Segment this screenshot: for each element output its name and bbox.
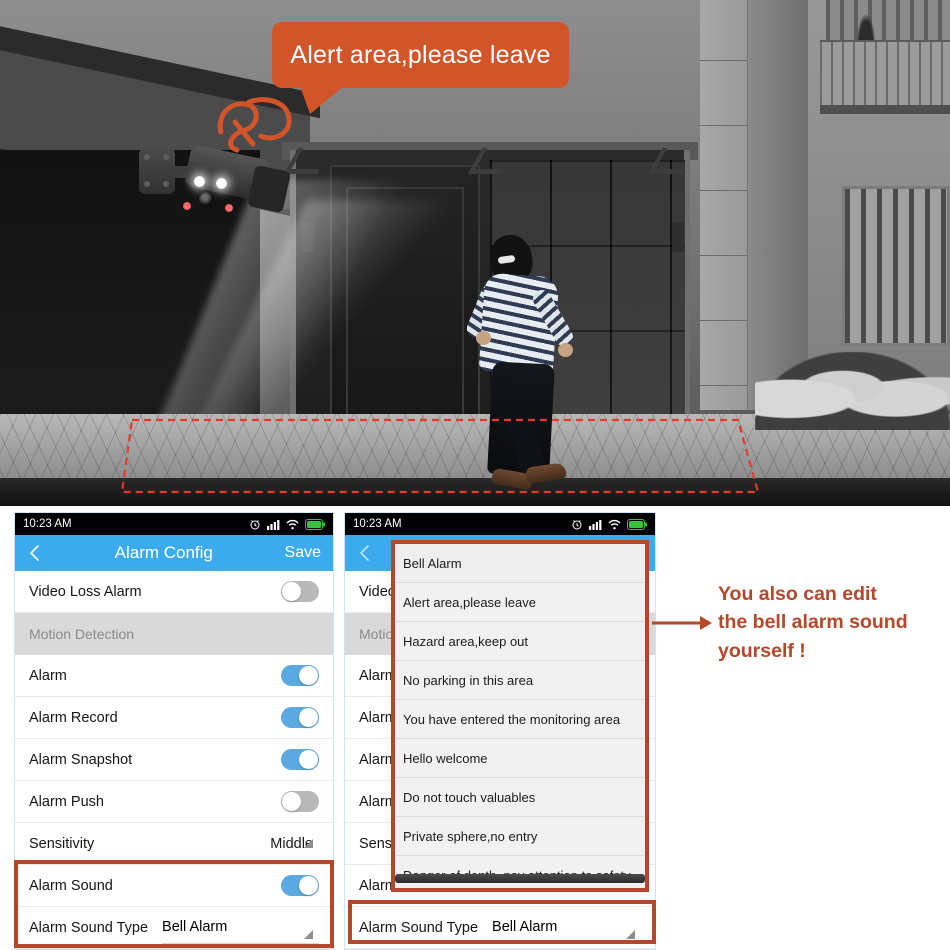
row-label: Alarm Record bbox=[29, 709, 118, 726]
row-label: Alarm Push bbox=[29, 793, 104, 810]
dropdown-corner-icon bbox=[626, 929, 635, 939]
annotation-line-1: You also can edit bbox=[718, 583, 877, 605]
annotation-line-3: yourself ! bbox=[718, 639, 806, 662]
back-chevron-icon[interactable] bbox=[357, 544, 373, 562]
row-alarm-record[interactable]: Alarm Record bbox=[15, 697, 333, 739]
speech-bubble-tail bbox=[300, 86, 344, 114]
speech-bubble: Alert area,please leave bbox=[272, 22, 569, 88]
alarm-sound-type-value: Bell Alarm bbox=[162, 919, 228, 935]
row-alarm[interactable]: Alarm bbox=[15, 655, 333, 697]
alarm-clock-icon bbox=[250, 520, 260, 530]
canopy-brackets bbox=[283, 148, 697, 174]
section-header-motion-detection: Motion Detection bbox=[15, 613, 333, 655]
row-label: Alarm Sound Type bbox=[359, 919, 479, 936]
toggle-alarm-push[interactable] bbox=[281, 791, 319, 812]
toggle-alarm-snapshot[interactable] bbox=[281, 749, 319, 770]
row-label: Video Loss Alarm bbox=[29, 583, 142, 600]
dropdown-corner-icon bbox=[304, 838, 313, 848]
row-alarm-sound-type[interactable]: Alarm Sound Type Bell Alarm bbox=[15, 907, 333, 949]
balcony-railing bbox=[820, 40, 950, 112]
sound-wave-doodle-icon bbox=[215, 92, 305, 154]
row-alarm-snapshot[interactable]: Alarm Snapshot bbox=[15, 739, 333, 781]
row-label: Alarm bbox=[29, 667, 67, 684]
nav-bar-left: Alarm Config Save bbox=[15, 535, 333, 571]
page-root: Alert area,please leave 10:23 AM Alarm C… bbox=[0, 0, 950, 950]
wall-lamp-right bbox=[672, 222, 684, 252]
sensitivity-select[interactable]: Middle bbox=[270, 836, 319, 852]
ground-floor-window bbox=[842, 186, 950, 346]
list-item[interactable]: You have entered the monitoring area bbox=[395, 700, 645, 739]
row-alarm-sound-type[interactable]: Alarm Sound Type Bell Alarm bbox=[345, 907, 655, 949]
status-icons-right bbox=[571, 518, 647, 530]
row-alarm-sound[interactable]: Alarm Sound bbox=[15, 865, 333, 907]
annotation-text: You also can edit the bell alarm sound y… bbox=[718, 580, 944, 665]
row-sensitivity[interactable]: Sensitivity Middle bbox=[15, 823, 333, 865]
alarm-sound-type-value: Bell Alarm bbox=[492, 919, 558, 935]
dropdown-scrollbar[interactable] bbox=[395, 874, 645, 883]
signal-bars-icon bbox=[267, 519, 280, 530]
toggle-alarm[interactable] bbox=[281, 665, 319, 686]
alarm-sound-type-select[interactable]: Bell Alarm bbox=[492, 912, 641, 944]
dropdown-corner-icon bbox=[304, 929, 313, 939]
phone-screenshot-left: 10:23 AM Alarm Config Save Video Loss Al… bbox=[14, 512, 334, 950]
right-arrow-icon bbox=[652, 612, 712, 634]
save-button[interactable]: Save bbox=[285, 544, 321, 562]
toggle-alarm-sound[interactable] bbox=[281, 875, 319, 896]
list-item[interactable]: Do not touch valuables bbox=[395, 778, 645, 817]
garden-bushes bbox=[755, 352, 950, 430]
status-icons-left bbox=[249, 518, 325, 530]
annotation-line-2: the bell alarm sound bbox=[718, 611, 908, 634]
status-time-left: 10:23 AM bbox=[23, 518, 72, 530]
balcony-ledge bbox=[820, 105, 950, 114]
list-item[interactable]: Private sphere,no entry bbox=[395, 817, 645, 856]
alarm-sound-type-dropdown[interactable]: Bell Alarm Alert area,please leave Hazar… bbox=[391, 540, 649, 892]
alarm-sound-type-select[interactable]: Bell Alarm bbox=[162, 912, 319, 944]
page-title: Alarm Config bbox=[114, 543, 213, 562]
row-label: Sensitivity bbox=[29, 835, 95, 852]
section-label: Motion Detection bbox=[29, 626, 135, 642]
list-item[interactable]: No parking in this area bbox=[395, 661, 645, 700]
row-label: Alarm Sound Type bbox=[29, 919, 149, 936]
list-item[interactable]: Bell Alarm bbox=[395, 544, 645, 583]
battery-icon bbox=[305, 518, 325, 530]
back-chevron-icon[interactable] bbox=[27, 544, 43, 562]
status-time-right: 10:23 AM bbox=[353, 518, 402, 530]
row-label: Alarm Sound bbox=[29, 877, 113, 894]
status-bar-right: 10:23 AM bbox=[345, 513, 655, 535]
hero-photo: Alert area,please leave bbox=[0, 0, 950, 506]
toggle-alarm-record[interactable] bbox=[281, 707, 319, 728]
row-alarm-push[interactable]: Alarm Push bbox=[15, 781, 333, 823]
wifi-icon bbox=[286, 519, 299, 529]
stone-joint-lines bbox=[700, 0, 748, 410]
row-label: Alarm Snapshot bbox=[29, 751, 133, 768]
row-video-loss-alarm[interactable]: Video Loss Alarm bbox=[15, 571, 333, 613]
alarm-clock-icon bbox=[572, 520, 582, 530]
toggle-video-loss-alarm[interactable] bbox=[281, 581, 319, 602]
facade-pillar bbox=[748, 0, 808, 410]
list-item[interactable]: Alert area,please leave bbox=[395, 583, 645, 622]
intruder-figure bbox=[464, 232, 598, 500]
status-bar-left: 10:23 AM bbox=[15, 513, 333, 535]
list-item[interactable]: Hazard area,keep out bbox=[395, 622, 645, 661]
list-item[interactable]: Hello welcome bbox=[395, 739, 645, 778]
speech-bubble-text: Alert area,please leave bbox=[290, 40, 551, 69]
battery-icon bbox=[627, 518, 647, 530]
signal-bars-icon bbox=[589, 519, 602, 530]
wifi-icon bbox=[608, 519, 621, 529]
